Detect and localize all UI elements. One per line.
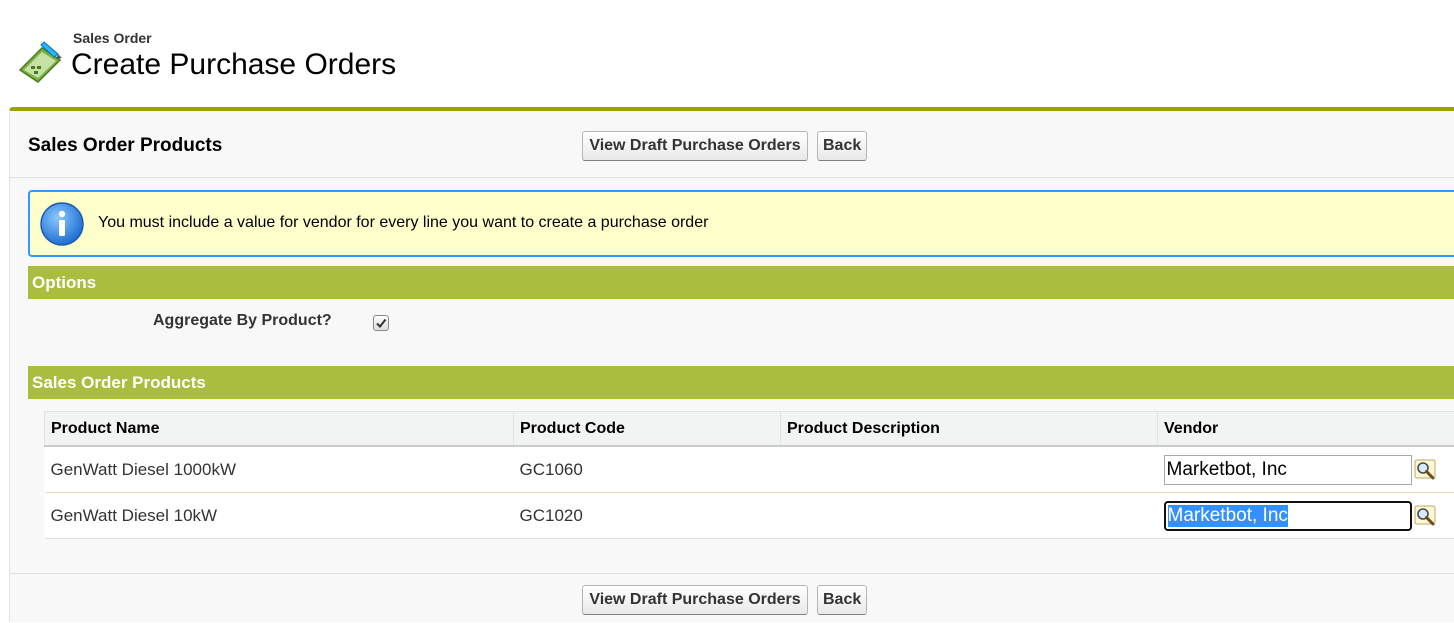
sales-order-products-table: Product Name Product Code Product Descri…	[44, 411, 1454, 539]
product-description-cell	[781, 493, 1158, 539]
vendor-cell	[1158, 493, 1454, 539]
sales-order-products-section-header: Sales Order Products	[28, 366, 1454, 399]
back-button[interactable]: Back	[817, 585, 867, 615]
block-footer: View Draft Purchase Orders Back	[10, 573, 1454, 623]
vendor-input[interactable]	[1164, 455, 1412, 485]
table-row: GenWatt Diesel 1000kW GC1060	[45, 446, 1454, 493]
aggregate-by-product-label: Aggregate By Product?	[153, 312, 332, 330]
column-header-product-description: Product Description	[781, 412, 1158, 447]
breadcrumb: Sales Order	[73, 30, 152, 46]
vendor-cell	[1158, 446, 1454, 493]
view-draft-purchase-orders-button[interactable]: View Draft Purchase Orders	[582, 585, 808, 615]
info-message: You must include a value for vendor for …	[28, 190, 1454, 257]
lookup-icon[interactable]	[1414, 505, 1438, 527]
page-header: Sales Order Create Purchase Orders	[14, 28, 614, 88]
sales-order-icon	[14, 40, 66, 86]
vendor-input[interactable]	[1164, 501, 1412, 531]
product-name-cell: GenWatt Diesel 10kW	[45, 493, 514, 539]
page-title: Create Purchase Orders	[71, 48, 396, 82]
aggregate-by-product-checkbox[interactable]	[373, 315, 389, 331]
info-message-text: You must include a value for vendor for …	[98, 214, 708, 232]
product-code-cell: GC1020	[514, 493, 781, 539]
lookup-icon[interactable]	[1414, 459, 1438, 481]
table-row: GenWatt Diesel 10kW GC1020	[45, 493, 1454, 539]
back-button[interactable]: Back	[817, 131, 867, 161]
column-header-product-name: Product Name	[45, 412, 514, 447]
block-header: Sales Order Products View Draft Purchase…	[10, 111, 1454, 178]
column-header-vendor: Vendor	[1158, 412, 1454, 447]
info-icon	[39, 201, 85, 247]
product-code-cell: GC1060	[514, 446, 781, 493]
view-draft-purchase-orders-button[interactable]: View Draft Purchase Orders	[582, 131, 808, 161]
column-header-product-code: Product Code	[514, 412, 781, 447]
product-name-cell: GenWatt Diesel 1000kW	[45, 446, 514, 493]
options-section-header: Options	[28, 266, 1454, 299]
product-description-cell	[781, 446, 1158, 493]
checkmark-icon	[375, 317, 387, 329]
block-title: Sales Order Products	[28, 135, 222, 157]
page-block: Sales Order Products View Draft Purchase…	[9, 107, 1454, 622]
table-header-row: Product Name Product Code Product Descri…	[45, 412, 1454, 447]
